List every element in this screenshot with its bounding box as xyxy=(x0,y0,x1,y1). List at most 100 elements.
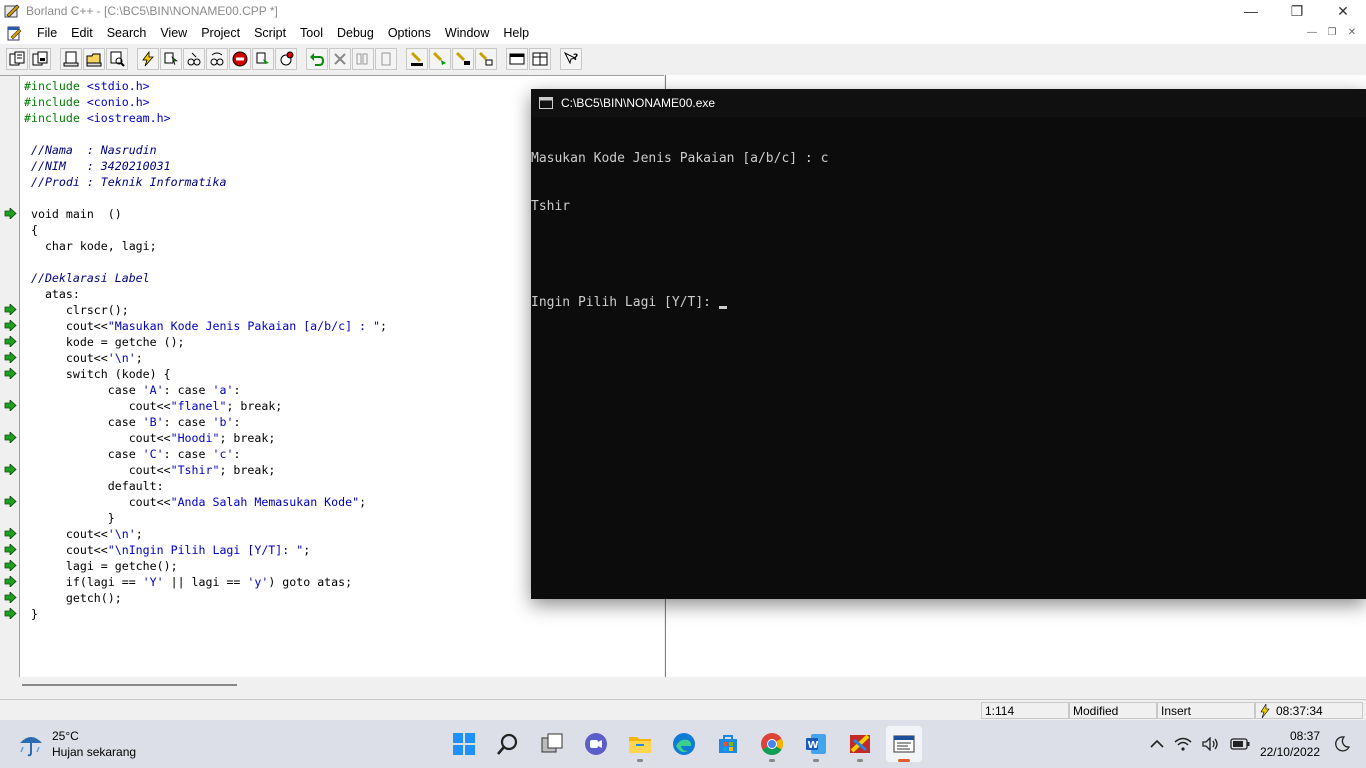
cut-icon[interactable] xyxy=(329,48,351,70)
code-line[interactable]: #include <iostream.h> xyxy=(24,110,387,126)
find-icon[interactable] xyxy=(106,48,128,70)
document-icon[interactable] xyxy=(6,25,22,41)
code-line[interactable]: cout<<"Masukan Kode Jenis Pakaian [a/b/c… xyxy=(24,318,387,334)
execution-point-icon[interactable] xyxy=(4,592,17,603)
code-line[interactable]: kode = getche (); xyxy=(24,334,387,350)
watch-icon[interactable] xyxy=(475,48,497,70)
open-project-icon[interactable] xyxy=(6,48,28,70)
execution-point-icon[interactable] xyxy=(4,608,17,619)
edge-icon[interactable] xyxy=(666,726,702,762)
word-icon[interactable]: W xyxy=(798,726,834,762)
code-line[interactable]: void main () xyxy=(24,206,387,222)
file-explorer-icon[interactable] xyxy=(622,726,658,762)
code-line[interactable]: getch(); xyxy=(24,590,387,606)
wifi-icon[interactable] xyxy=(1174,737,1192,751)
code-line[interactable]: cout<<"Tshir"; break; xyxy=(24,462,387,478)
editor-gutter[interactable] xyxy=(0,76,20,678)
ide-window-icon[interactable] xyxy=(886,726,922,762)
execution-point-icon[interactable] xyxy=(4,432,17,443)
menu-edit[interactable]: Edit xyxy=(64,26,100,40)
mdi-close-icon[interactable]: ✕ xyxy=(1344,24,1360,40)
undo-icon[interactable] xyxy=(306,48,328,70)
code-line[interactable]: clrscr(); xyxy=(24,302,387,318)
code-line[interactable]: case 'C': case 'c': xyxy=(24,446,387,462)
build-icon[interactable] xyxy=(183,48,205,70)
restore-icon[interactable]: ❐ xyxy=(1274,0,1320,22)
weather-widget[interactable]: 25°C Hujan sekarang xyxy=(18,728,136,760)
save-project-icon[interactable] xyxy=(29,48,51,70)
mdi-minimize-icon[interactable]: — xyxy=(1304,24,1320,40)
borland-icon[interactable] xyxy=(842,726,878,762)
execution-point-icon[interactable] xyxy=(4,304,17,315)
code-line[interactable]: } xyxy=(24,510,387,526)
code-line[interactable] xyxy=(24,126,387,142)
chrome-icon[interactable] xyxy=(754,726,790,762)
clock[interactable]: 08:37 22/10/2022 xyxy=(1260,728,1320,760)
code-line[interactable]: cout<<"\nIngin Pilih Lagi [Y/T]: "; xyxy=(24,542,387,558)
debug-icon[interactable] xyxy=(275,48,297,70)
console-window[interactable]: C:\BC5\BIN\NONAME00.exe Masukan Kode Jen… xyxy=(531,89,1366,599)
code-line[interactable]: default: xyxy=(24,478,387,494)
execution-point-icon[interactable] xyxy=(4,496,17,507)
code-area[interactable]: #include <stdio.h> #include <conio.h> #inc… xyxy=(24,78,387,622)
windows-start-icon[interactable] xyxy=(446,726,482,762)
code-line[interactable]: } xyxy=(24,606,387,622)
code-line[interactable]: #include <conio.h> xyxy=(24,94,387,110)
mdi-restore-icon[interactable]: ❐ xyxy=(1324,24,1340,40)
code-line[interactable] xyxy=(24,190,387,206)
execution-point-icon[interactable] xyxy=(4,464,17,475)
menu-options[interactable]: Options xyxy=(381,26,438,40)
execution-point-icon[interactable] xyxy=(4,208,17,219)
execution-point-icon[interactable] xyxy=(4,336,17,347)
open-file-icon[interactable] xyxy=(83,48,105,70)
paste-icon[interactable] xyxy=(375,48,397,70)
menu-script[interactable]: Script xyxy=(247,26,293,40)
horizontal-scrollbar[interactable] xyxy=(0,677,1366,697)
code-line[interactable]: cout<<"flanel"; break; xyxy=(24,398,387,414)
execution-point-icon[interactable] xyxy=(4,528,17,539)
store-icon[interactable] xyxy=(710,726,746,762)
close-icon[interactable]: ✕ xyxy=(1320,0,1366,22)
battery-icon[interactable] xyxy=(1230,738,1250,750)
execution-point-icon[interactable] xyxy=(4,368,17,379)
code-line[interactable]: switch (kode) { xyxy=(24,366,387,382)
scrollbar-thumb[interactable] xyxy=(22,684,237,686)
window-icon[interactable] xyxy=(506,48,528,70)
tile-icon[interactable] xyxy=(529,48,551,70)
code-line[interactable]: if(lagi == 'Y' || lagi == 'y') goto atas… xyxy=(24,574,387,590)
code-line[interactable]: #include <stdio.h> xyxy=(24,78,387,94)
menu-window[interactable]: Window xyxy=(438,26,496,40)
run-to-icon[interactable] xyxy=(252,48,274,70)
lightning-icon[interactable] xyxy=(137,48,159,70)
inspect-icon[interactable] xyxy=(429,48,451,70)
execution-point-icon[interactable] xyxy=(4,352,17,363)
code-line[interactable]: //NIM : 3420210031 xyxy=(24,158,387,174)
menu-file[interactable]: File xyxy=(30,26,64,40)
copy-icon[interactable] xyxy=(352,48,374,70)
menu-help[interactable]: Help xyxy=(496,26,536,40)
code-line[interactable]: cout<<'\n'; xyxy=(24,350,387,366)
search-icon[interactable] xyxy=(490,726,526,762)
code-line[interactable]: { xyxy=(24,222,387,238)
chevron-up-icon[interactable] xyxy=(1150,739,1164,749)
code-line[interactable]: cout<<"Anda Salah Memasukan Kode"; xyxy=(24,494,387,510)
make-icon[interactable] xyxy=(160,48,182,70)
code-line[interactable]: //Prodi : Teknik Informatika xyxy=(24,174,387,190)
code-line[interactable]: //Deklarasi Label xyxy=(24,270,387,286)
menu-search[interactable]: Search xyxy=(100,26,154,40)
execution-point-icon[interactable] xyxy=(4,544,17,555)
menu-debug[interactable]: Debug xyxy=(330,26,381,40)
code-line[interactable]: lagi = getche(); xyxy=(24,558,387,574)
code-line[interactable]: case 'B': case 'b': xyxy=(24,414,387,430)
execution-point-icon[interactable] xyxy=(4,576,17,587)
stop-icon[interactable] xyxy=(229,48,251,70)
moon-icon[interactable] xyxy=(1334,736,1350,752)
execution-point-icon[interactable] xyxy=(4,400,17,411)
minimize-icon[interactable]: — xyxy=(1228,0,1274,22)
code-line[interactable]: char kode, lagi; xyxy=(24,238,387,254)
execution-point-icon[interactable] xyxy=(4,320,17,331)
code-line[interactable]: case 'A': case 'a': xyxy=(24,382,387,398)
menu-tool[interactable]: Tool xyxy=(293,26,330,40)
code-line[interactable] xyxy=(24,254,387,270)
teams-chat-icon[interactable] xyxy=(578,726,614,762)
